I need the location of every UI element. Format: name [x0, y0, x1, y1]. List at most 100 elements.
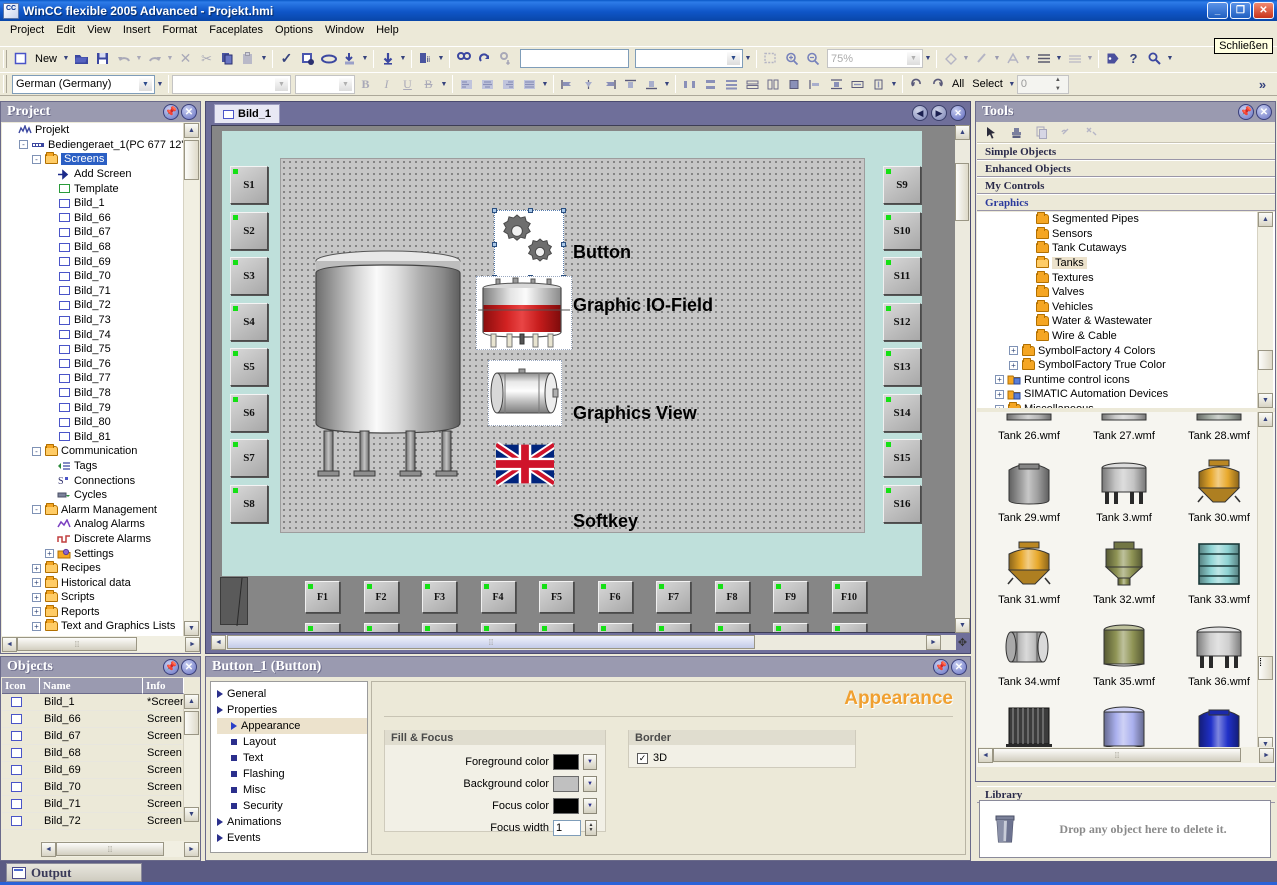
softkey-s13[interactable]: S13: [883, 348, 921, 386]
uk-flag-graphic[interactable]: [493, 440, 557, 488]
function-key-row2-6[interactable]: [597, 623, 633, 632]
chevron-down-icon[interactable]: ▼: [274, 76, 289, 92]
tree-item-cycles[interactable]: Cycles: [2, 488, 184, 503]
find-icon[interactable]: [453, 48, 474, 69]
function-key-f6[interactable]: F6: [597, 581, 633, 613]
menu-project[interactable]: Project: [4, 23, 50, 37]
resize-handle-n[interactable]: [528, 208, 533, 213]
open-icon[interactable]: [71, 48, 92, 69]
table-row[interactable]: Bild_69 Screen N: [2, 762, 184, 779]
softkey-s15[interactable]: S15: [883, 439, 921, 477]
gallery-item[interactable]: Tank 3.wmf: [1078, 452, 1170, 524]
function-key-row2-9[interactable]: [773, 623, 808, 632]
scroll-up-button[interactable]: ▲: [184, 123, 199, 138]
nav-next-icon[interactable]: ▶: [931, 105, 947, 121]
fit-height-icon[interactable]: [868, 74, 889, 95]
align-objects-right-icon[interactable]: [599, 74, 620, 95]
accordion-graphics[interactable]: Graphics: [977, 194, 1275, 211]
expand-toggle[interactable]: +: [32, 592, 41, 602]
tree-item-text-and-graphics-lists[interactable]: + Text and Graphics Lists: [2, 619, 184, 634]
softkey-s10[interactable]: S10: [883, 211, 921, 250]
scroll-left-button[interactable]: ◄: [41, 841, 56, 857]
align-vertical-icon[interactable]: [826, 74, 847, 95]
all-label[interactable]: All: [948, 74, 968, 95]
function-key-f3[interactable]: F3: [422, 581, 457, 613]
gallery-item[interactable]: Tank 29.wmf: [983, 452, 1075, 524]
graphics-folder-valves[interactable]: Valves: [977, 285, 1275, 300]
softkey-s14[interactable]: S14: [883, 393, 921, 432]
function-key-row2-3[interactable]: [422, 623, 457, 632]
property-category-text[interactable]: Text: [217, 750, 367, 766]
scroll-up-button[interactable]: ▲: [184, 694, 199, 709]
softkey-s12[interactable]: S12: [883, 302, 921, 341]
property-category-misc[interactable]: Misc: [217, 782, 367, 798]
tree-item-bild-80[interactable]: Bild_80: [2, 415, 184, 430]
graphics-folder-water-wastewater[interactable]: Water & Wastewater: [977, 314, 1275, 329]
function-key-f9[interactable]: F9: [773, 581, 808, 613]
tree-item-bild-71[interactable]: Bild_71: [2, 284, 184, 299]
tree-item-discrete-alarms[interactable]: Discrete Alarms: [2, 532, 184, 547]
tree-item-connections[interactable]: S Connections: [2, 473, 184, 488]
tree-item-bild-75[interactable]: Bild_75: [2, 342, 184, 357]
label-graphics-view[interactable]: Graphics View: [573, 403, 697, 424]
fit-width-icon[interactable]: [847, 74, 868, 95]
graphics-folder-tank-cutaways[interactable]: Tank Cutaways: [977, 241, 1275, 256]
canvas-hscrollbar[interactable]: ◄ ⁞⁞ ►: [211, 635, 956, 650]
tree-item-bild-78[interactable]: Bild_78: [2, 386, 184, 401]
zoom-in-icon[interactable]: [781, 48, 802, 69]
text-color-arrow[interactable]: ▼: [1023, 48, 1033, 69]
compile-icon[interactable]: [297, 48, 318, 69]
hscroll-thumb[interactable]: ⁞⁞: [17, 637, 137, 651]
function-key-f2[interactable]: F2: [363, 581, 399, 613]
expand-toggle[interactable]: +: [32, 621, 41, 631]
font-combo[interactable]: ▼: [172, 74, 291, 94]
function-key-row2-7[interactable]: [656, 623, 691, 632]
accordion-my-controls[interactable]: My Controls: [977, 177, 1275, 194]
expand-toggle[interactable]: +: [1009, 360, 1018, 370]
collapse-toggle[interactable]: -: [32, 446, 41, 456]
library-drop-area[interactable]: Drop any object here to delete it.: [979, 800, 1271, 858]
language-dropdown-arrow[interactable]: ▼: [155, 74, 165, 95]
tree-item-bild-81[interactable]: Bild_81: [2, 429, 184, 444]
save-icon[interactable]: [92, 48, 113, 69]
scroll-right-button[interactable]: ►: [185, 636, 200, 652]
scroll-left-button[interactable]: ◄: [211, 635, 226, 650]
scroll-down-button[interactable]: ▼: [184, 621, 199, 636]
tree-item-bild-66[interactable]: Bild_66: [2, 211, 184, 226]
distribute-h-icon[interactable]: [679, 74, 700, 95]
graphics-folder-segmented-pipes[interactable]: Segmented Pipes: [977, 212, 1275, 227]
project-tree-vscrollbar[interactable]: ▲ ▼: [183, 123, 199, 636]
softkey-s2[interactable]: S2: [230, 211, 268, 250]
align-objects-bottom-icon[interactable]: [641, 74, 662, 95]
gallery-hscrollbar[interactable]: ◄ ⁞⁞ ►: [978, 747, 1274, 763]
menu-view[interactable]: View: [81, 23, 117, 37]
expand-toggle[interactable]: +: [995, 404, 1004, 408]
table-row[interactable]: Bild_67 Screen N: [2, 728, 184, 745]
bold-button[interactable]: B: [355, 74, 376, 95]
align-icon[interactable]: [1033, 48, 1054, 69]
maximize-button[interactable]: ❐: [1230, 2, 1251, 19]
paste-dropdown-arrow[interactable]: ▼: [259, 48, 269, 69]
expand-toggle[interactable]: +: [995, 389, 1004, 399]
select-label[interactable]: Select: [968, 74, 1007, 95]
background-color-swatch[interactable]: [553, 776, 579, 792]
focus-width-input[interactable]: 1: [553, 820, 581, 836]
zoom-level-combo[interactable]: 75% ▼: [827, 49, 924, 68]
graphics-folder-runtime-control-icons[interactable]: + Runtime control icons: [977, 373, 1275, 388]
table-row[interactable]: Bild_72 Screen N: [2, 813, 184, 830]
project-tree[interactable]: Projekt - Bediengeraet_1(PC 677 12" l - Scre…: [2, 123, 184, 636]
menu-window[interactable]: Window: [319, 23, 370, 37]
new-icon[interactable]: [10, 48, 31, 69]
tree-item-bild-1[interactable]: Bild_1: [2, 196, 184, 211]
graphics-folder-sensors[interactable]: Sensors: [977, 226, 1275, 242]
column-header-info[interactable]: Info: [143, 678, 184, 694]
help-index-icon[interactable]: ?: [1123, 48, 1144, 69]
tag-icon[interactable]: [1102, 48, 1123, 69]
graphics-folder-vehicles[interactable]: Vehicles: [977, 299, 1275, 315]
tree-item-communication[interactable]: - Communication: [2, 444, 184, 459]
function-key-row2-5[interactable]: [539, 623, 574, 632]
font-size-combo[interactable]: ▼: [295, 74, 355, 94]
property-category-events[interactable]: Events: [217, 830, 367, 846]
hscroll-thumb[interactable]: ⁞⁞: [993, 748, 1241, 762]
gallery-item[interactable]: Tank 30.wmf: [1173, 452, 1265, 524]
